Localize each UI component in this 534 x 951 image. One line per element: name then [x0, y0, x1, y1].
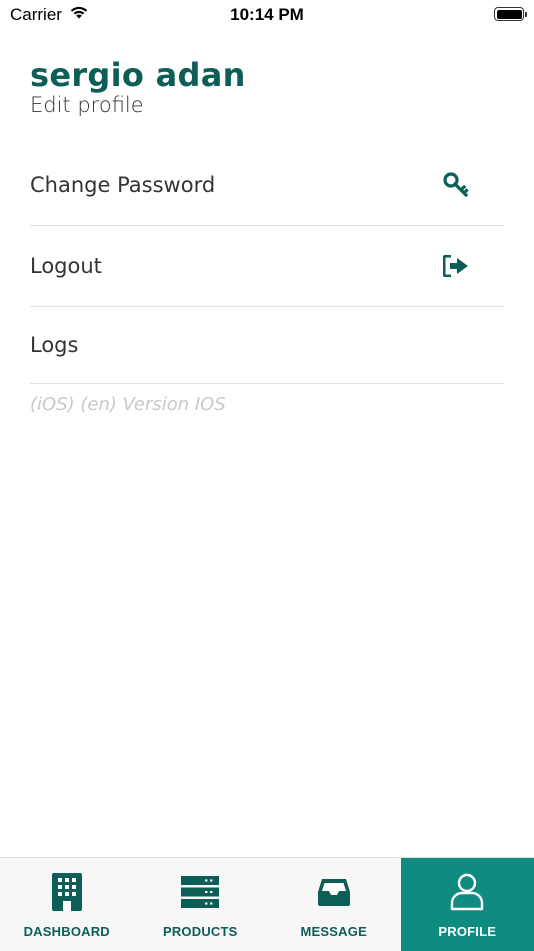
- tab-dashboard-label: DASHBOARD: [24, 924, 110, 939]
- logout-item[interactable]: Logout: [30, 226, 504, 307]
- tab-message[interactable]: MESSAGE: [267, 858, 401, 951]
- change-password-label: Change Password: [30, 173, 215, 197]
- battery-icon: [494, 7, 524, 21]
- user-icon: [450, 872, 484, 912]
- tab-dashboard[interactable]: DASHBOARD: [0, 858, 134, 951]
- tab-profile-label: PROFILE: [438, 924, 496, 939]
- user-name: sergio adan: [30, 56, 246, 94]
- logs-label: Logs: [30, 333, 78, 357]
- tab-bar: DASHBOARD PRODUCTS MESSAGE: [0, 857, 534, 951]
- logout-label: Logout: [30, 254, 102, 278]
- status-bar: Carrier 10:14 PM: [0, 0, 534, 30]
- logs-item[interactable]: Logs: [30, 307, 504, 384]
- edit-profile-link[interactable]: Edit profile: [30, 93, 144, 117]
- tab-products[interactable]: PRODUCTS: [134, 858, 268, 951]
- change-password-item[interactable]: Change Password: [30, 145, 504, 226]
- building-icon: [52, 872, 82, 912]
- logout-icon: [442, 252, 470, 280]
- tab-profile[interactable]: PROFILE: [401, 858, 534, 951]
- inbox-icon: [317, 872, 351, 912]
- tab-message-label: MESSAGE: [301, 924, 367, 939]
- status-time: 10:14 PM: [0, 5, 534, 25]
- server-icon: [181, 872, 219, 912]
- tab-products-label: PRODUCTS: [163, 924, 238, 939]
- version-text: (iOS) (en) Version IOS: [30, 394, 226, 415]
- profile-menu: Change Password Logout Logs: [30, 145, 504, 384]
- key-icon: [442, 171, 470, 199]
